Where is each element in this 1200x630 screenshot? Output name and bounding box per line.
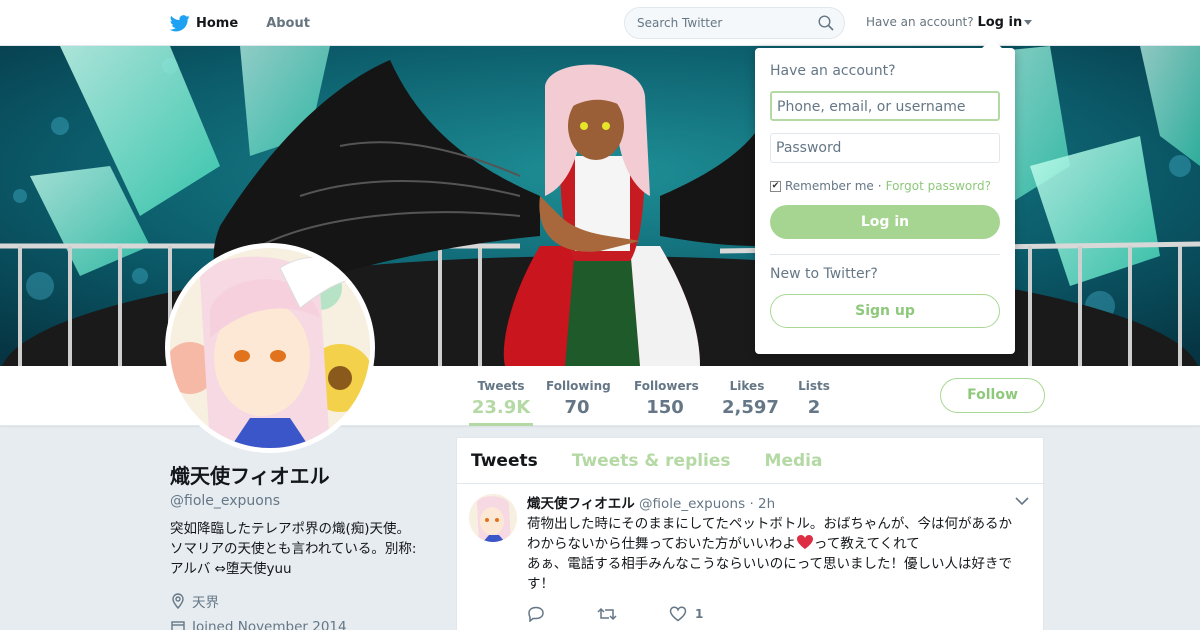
about-link[interactable]: About (266, 16, 310, 31)
reply-icon (528, 606, 544, 622)
tweet-header: 熾天使フィオエル @fiole_expuons · 2h (527, 492, 1029, 512)
chevron-down-icon[interactable] (1015, 496, 1029, 506)
tab-tweets[interactable]: Tweets (471, 451, 538, 471)
calendar-icon (171, 621, 185, 630)
top-navigation-bar: Home About Search Twitter Have an accoun… (0, 0, 1200, 46)
tweet-author-handle[interactable]: @fiole_expuons (639, 496, 745, 512)
profile-handle[interactable]: @fiole_expuons (170, 493, 440, 509)
location-text: 天界 (192, 595, 219, 611)
reply-action[interactable] (527, 606, 545, 622)
stat-likes[interactable]: Likes 2,597 (722, 366, 779, 426)
stat-label: Following (546, 379, 611, 393)
search-input[interactable]: Search Twitter (624, 7, 845, 39)
login-button[interactable]: Log in (770, 205, 1000, 239)
retweet-action[interactable] (597, 606, 617, 622)
have-account-login[interactable]: Have an account? Log in (866, 15, 1033, 30)
new-to-twitter-text: New to Twitter? (770, 266, 878, 282)
tweet-text: 荷物出した時にそのままにしてたペットボトル。おばちゃんが、今は何があるか わから… (527, 514, 1029, 594)
tweet-avatar-image (469, 494, 517, 542)
stat-label: Likes (729, 379, 765, 393)
stat-value: 150 (646, 397, 684, 418)
stat-lists[interactable]: Lists 2 (797, 366, 831, 426)
home-link[interactable]: Home (170, 14, 239, 32)
tab-tweets-replies[interactable]: Tweets & replies (572, 451, 731, 471)
have-account-text: Have an account? (866, 15, 974, 29)
tweet-line-part: わからないから仕舞っておいた方がいいわよ (527, 536, 796, 552)
avatar-image (170, 248, 370, 448)
remember-checkbox[interactable]: ✔ (770, 180, 781, 192)
forgot-password-link[interactable]: Forgot password? (886, 179, 991, 193)
caret-down-icon (1024, 20, 1033, 25)
tweet-line: わからないから仕舞っておいた方がいいわよ って教えてくれて (527, 534, 1029, 554)
tweet-actions: 1 (527, 606, 1029, 622)
stat-followers[interactable]: Followers 150 (634, 366, 699, 426)
location-icon (172, 593, 184, 609)
stat-label: Followers (634, 379, 699, 393)
username-placeholder: Phone, email, or username (777, 99, 966, 115)
tweet-line: 荷物出した時にそのままにしてたペットボトル。おばちゃんが、今は何があるか (527, 516, 1013, 532)
username-field[interactable]: Phone, email, or username (770, 91, 1000, 121)
signup-button[interactable]: Sign up (770, 294, 1000, 328)
stat-label: Tweets (477, 379, 525, 393)
timeline-tabs: Tweets Tweets & replies Media (457, 438, 1043, 484)
tab-media[interactable]: Media (765, 451, 823, 471)
tweet-line-part: って教えてくれて (813, 536, 920, 552)
remember-row: ✔ Remember me · Forgot password? (770, 179, 1000, 193)
retweet-icon (597, 607, 617, 621)
about-label: About (266, 15, 310, 31)
profile-name[interactable]: 熾天使フィオエル (170, 460, 440, 489)
like-count: 1 (695, 607, 704, 621)
tweet-time[interactable]: · 2h (749, 496, 775, 512)
stat-value: 2 (807, 397, 821, 418)
like-action[interactable]: 1 (669, 606, 703, 622)
follow-button[interactable]: Follow (940, 378, 1045, 413)
tweet-avatar[interactable] (469, 494, 517, 542)
profile-avatar[interactable] (165, 243, 375, 453)
login-dropdown-toggle[interactable]: Log in (977, 15, 1022, 30)
profile-description: 突如降臨したテレアポ界の熾(痴)天使。 ソマリアの天使とも言われている。別称: … (170, 519, 440, 579)
heart-icon (669, 606, 687, 622)
bio-line: ソマリアの天使とも言われている。別称: (170, 541, 417, 557)
search-placeholder: Search Twitter (637, 16, 723, 30)
joined-text: Joined November 2014 (192, 619, 347, 630)
password-field[interactable]: Password (770, 133, 1000, 163)
heart-emoji-icon (796, 535, 813, 549)
timeline: Tweets Tweets & replies Media 熾天使フィオエル @… (456, 437, 1044, 630)
dropdown-title: Have an account? (770, 63, 896, 79)
tweet-line: す！ (527, 576, 554, 592)
stat-value: 23.9K (471, 397, 531, 418)
stat-label: Lists (798, 379, 830, 393)
profile-location: 天界 (170, 591, 440, 611)
remember-label[interactable]: Remember me (785, 179, 874, 193)
profile-bio: 熾天使フィオエル @fiole_expuons 突如降臨したテレアポ界の熾(痴)… (170, 460, 440, 630)
password-placeholder: Password (776, 140, 842, 156)
tweet-author-name[interactable]: 熾天使フィオエル (527, 496, 635, 512)
tweet-line: あぁ、電話する相手みんなこうならいいのにって思いました！優しい人は好きで (527, 556, 1013, 572)
bio-line: 突如降臨したテレアポ界の熾(痴)天使。 (170, 521, 411, 537)
profile-joined: Joined November 2014 (170, 619, 440, 630)
twitter-bird-icon (170, 14, 190, 31)
stat-value: 70 (564, 397, 590, 418)
stat-tweets[interactable]: Tweets 23.9K (469, 366, 533, 426)
nav-left: Home About (170, 0, 310, 46)
stat-value: 2,597 (722, 397, 779, 418)
home-label: Home (196, 15, 239, 31)
tweet-item[interactable]: 熾天使フィオエル @fiole_expuons · 2h 荷物出した時にそのまま… (457, 484, 1043, 622)
login-dropdown: Have an account? Phone, email, or userna… (755, 38, 1015, 354)
separator-dot: · (877, 179, 882, 193)
stat-following[interactable]: Following 70 (546, 366, 611, 426)
bio-line: アルバ ⇔堕天使yuu (170, 561, 292, 577)
divider (770, 254, 1000, 255)
search-icon[interactable] (818, 15, 834, 31)
